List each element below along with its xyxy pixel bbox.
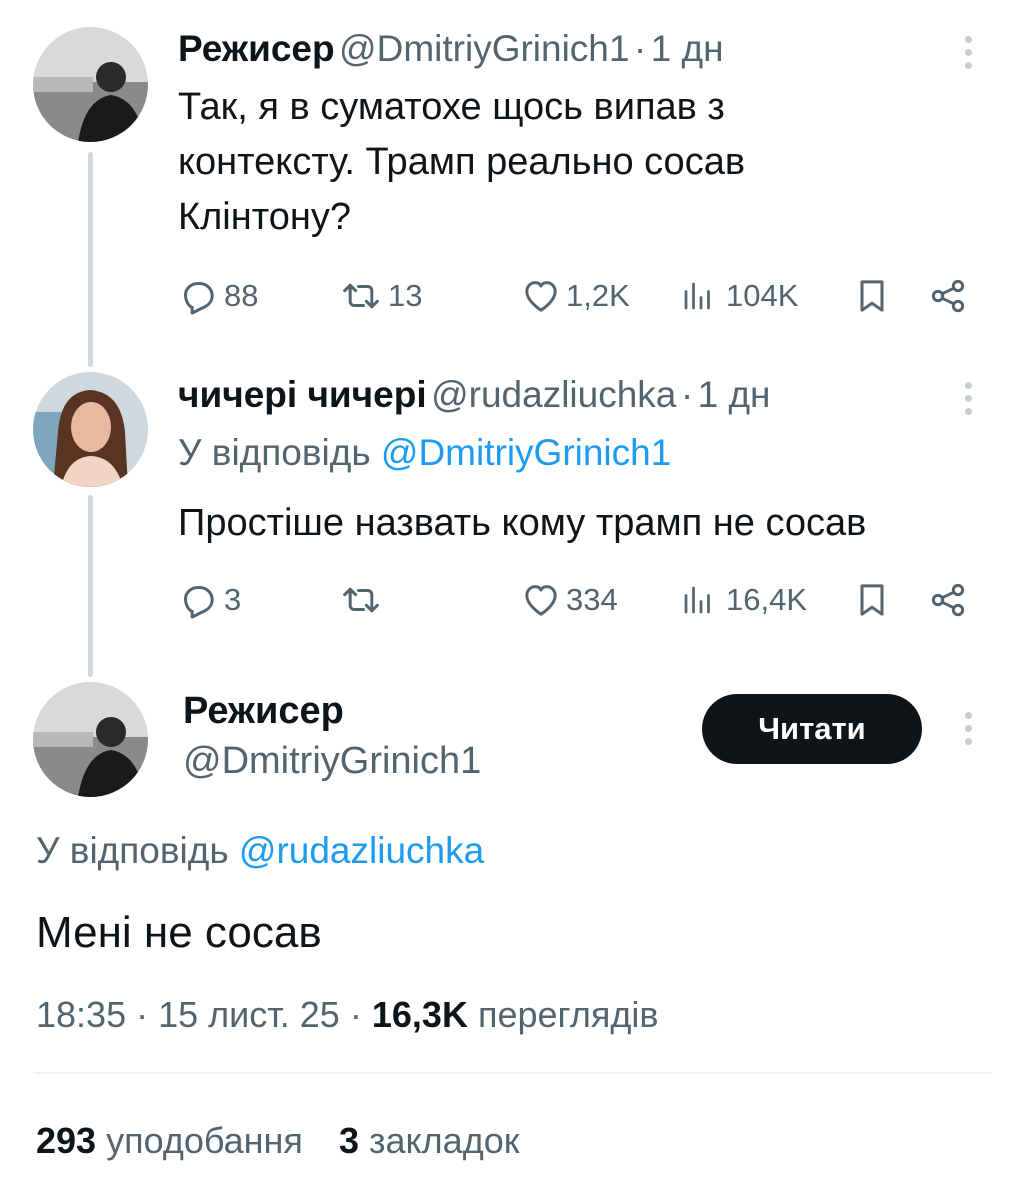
tweet-date[interactable]: 15 лист. 25 (158, 994, 340, 1035)
reply-count: 3 (224, 582, 242, 617)
user-handle[interactable]: @DmitriyGrinich1 (339, 28, 629, 69)
thread-line (88, 495, 93, 677)
bookmark-icon (852, 580, 892, 620)
retweet-icon (340, 580, 382, 620)
bookmarks-stat[interactable]: 3 закладок (339, 1120, 520, 1161)
separator: · (633, 28, 647, 69)
like-icon (520, 276, 562, 316)
user-handle[interactable]: @rudazliuchka (431, 374, 676, 415)
avatar[interactable] (33, 682, 148, 797)
share-button[interactable] (928, 276, 968, 316)
share-button[interactable] (928, 580, 968, 620)
tweet-text: Мені не сосав (36, 908, 322, 957)
display-name[interactable]: Режисер (183, 690, 344, 733)
reply-context: У відповідь @rudazliuchka (36, 830, 484, 872)
share-icon (928, 276, 968, 316)
reply-prefix: У відповідь (36, 830, 229, 871)
tweet-text: Так, я в суматохе щось випав з контексту… (178, 80, 958, 245)
likes-count: 293 (36, 1120, 97, 1161)
views-icon (680, 276, 716, 316)
like-icon (520, 580, 562, 620)
likes-stat[interactable]: 293 уподобання (36, 1120, 313, 1161)
views-count: 16,3K (371, 994, 468, 1035)
avatar[interactable] (33, 372, 148, 487)
separator: · (136, 994, 149, 1035)
retweet-count: 13 (388, 278, 423, 313)
retweet-button[interactable] (340, 580, 388, 620)
tweet-text-line: Так, я в суматохе щось випав з (178, 86, 725, 128)
reply-icon (178, 276, 218, 316)
likes-label: уподобання (106, 1120, 303, 1161)
like-count: 334 (566, 582, 618, 617)
display-name[interactable]: чичері чичері (178, 374, 427, 415)
avatar[interactable] (33, 27, 148, 142)
more-icon[interactable] (962, 382, 974, 421)
tweet-time[interactable]: 18:35 (36, 994, 126, 1035)
retweet-button[interactable]: 13 (340, 276, 422, 316)
tweet-header: чичері чичері @rudazliuchka · 1 дн (178, 374, 771, 416)
views-icon (680, 580, 716, 620)
user-handle[interactable]: @DmitriyGrinich1 (183, 740, 481, 783)
bookmark-button[interactable] (852, 276, 892, 316)
like-button[interactable]: 1,2K (520, 276, 630, 316)
reply-to-link[interactable]: @DmitriyGrinich1 (381, 432, 671, 473)
timestamp[interactable]: 1 дн (651, 28, 724, 69)
divider (34, 1072, 991, 1074)
separator: · (680, 374, 694, 415)
reply-prefix: У відповідь (178, 432, 371, 473)
tweet-text-line: контексту. Трамп реально сосав (178, 141, 746, 183)
like-count: 1,2K (566, 278, 630, 313)
tweet-meta: 18:35 · 15 лист. 25 · 16,3K переглядів (36, 994, 659, 1036)
views-button[interactable]: 104K (680, 276, 798, 316)
thread-line (88, 152, 93, 367)
reply-icon (178, 580, 218, 620)
more-icon[interactable] (962, 36, 974, 75)
timestamp[interactable]: 1 дн (698, 374, 771, 415)
tweet-text: Простіше назвать кому трамп не сосав (178, 502, 867, 544)
tweet-header: Режисер @DmitriyGrinich1 · 1 дн (178, 28, 724, 70)
reply-context: У відповідь @DmitriyGrinich1 (178, 432, 671, 474)
reply-button[interactable]: 88 (178, 276, 258, 316)
bookmarks-count: 3 (338, 1120, 359, 1161)
bookmark-icon (852, 276, 892, 316)
like-button[interactable]: 334 (520, 580, 618, 620)
views-button[interactable]: 16,4K (680, 580, 807, 620)
retweet-icon (340, 276, 382, 316)
reply-count: 88 (224, 278, 259, 313)
tweet-text-line: Клінтону? (178, 196, 351, 238)
views-count: 104K (726, 278, 799, 313)
reply-button[interactable]: 3 (178, 580, 241, 620)
display-name[interactable]: Режисер (178, 28, 335, 69)
views-label: переглядів (477, 994, 659, 1035)
reply-to-link[interactable]: @rudazliuchka (239, 830, 484, 871)
bookmarks-label: закладок (368, 1120, 520, 1161)
follow-button[interactable]: Читати (702, 694, 922, 764)
separator: · (349, 994, 362, 1035)
bookmark-button[interactable] (852, 580, 892, 620)
engagement-stats: 293 уподобання 3 закладок (36, 1120, 519, 1162)
share-icon (928, 580, 968, 620)
more-icon[interactable] (962, 712, 974, 751)
views-count: 16,4K (726, 582, 808, 617)
